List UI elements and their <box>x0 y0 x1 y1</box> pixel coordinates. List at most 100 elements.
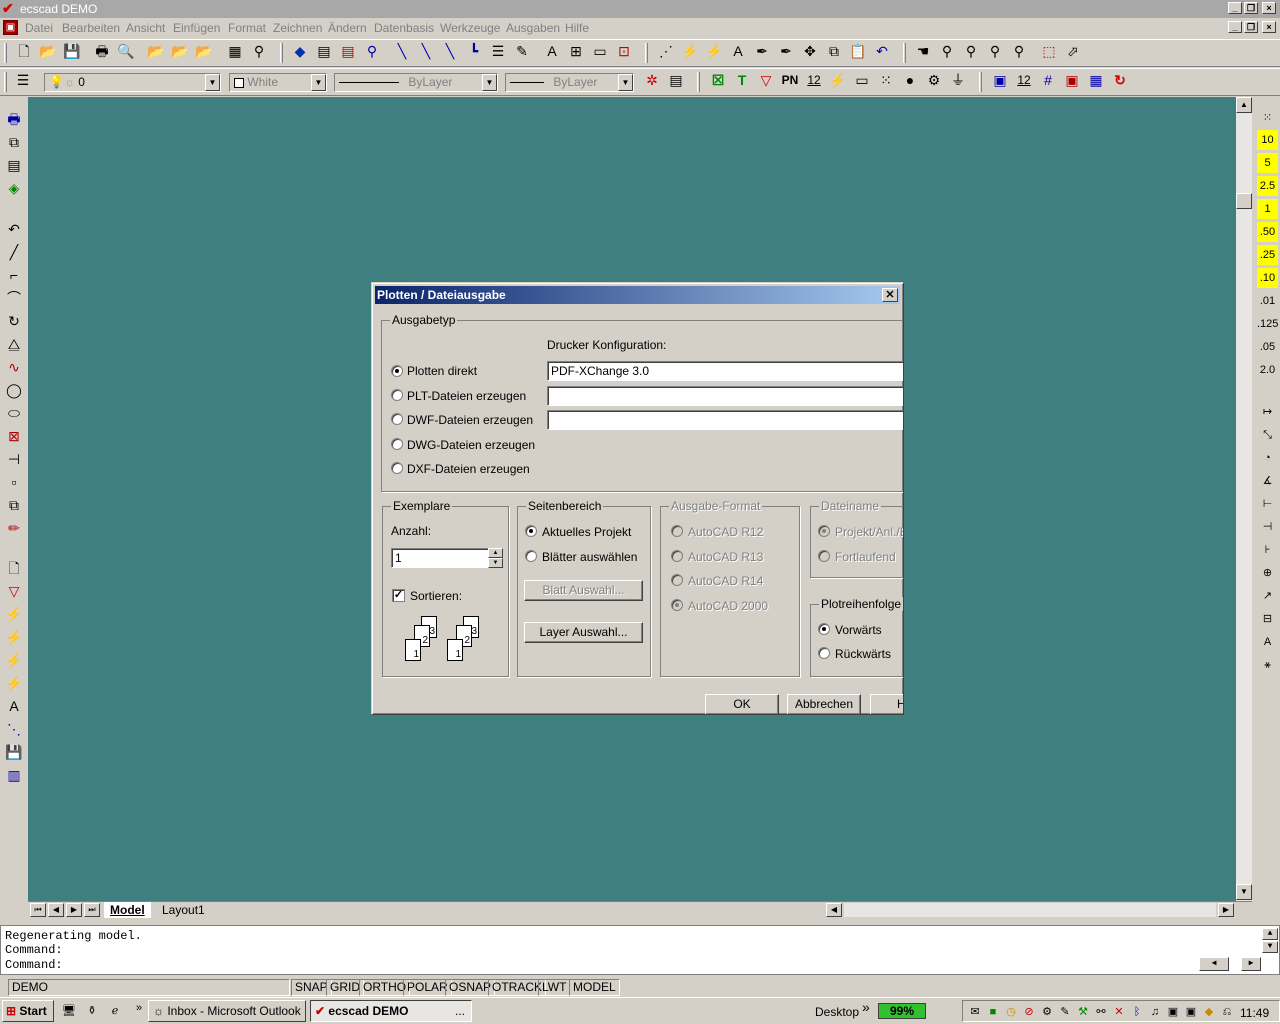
tab-layout1[interactable]: Layout1 <box>156 902 211 918</box>
number-button[interactable]: 12 <box>803 69 825 91</box>
symbol-icon[interactable]: ◆ <box>289 40 311 62</box>
scale-button[interactable]: 2.5 <box>1257 176 1278 196</box>
scale-button[interactable]: 10 <box>1257 130 1278 150</box>
linetype-combo[interactable]: ByLayer ▼ <box>334 73 498 92</box>
monitor-tray-icon[interactable]: ▣ <box>1183 1004 1199 1020</box>
bluetooth-tray-icon[interactable]: ᛒ <box>1129 1004 1145 1020</box>
menu-hilfe[interactable]: Hilfe <box>565 18 589 38</box>
wire-tool-icon[interactable]: ⚡ <box>3 603 25 625</box>
bar-icon[interactable]: ▭ <box>851 69 873 91</box>
triangle-icon[interactable]: ▽ <box>755 69 777 91</box>
text-icon[interactable]: A <box>541 40 563 62</box>
label-fortlaufend[interactable]: Fortlaufend <box>835 550 896 564</box>
label-r12[interactable]: AutoCAD R12 <box>688 525 763 539</box>
scale-button[interactable]: .25 <box>1257 245 1278 265</box>
scale-tool-icon[interactable]: ▫ <box>3 471 25 493</box>
text-tool-icon[interactable]: A <box>3 695 25 717</box>
minimize-button[interactable]: _ <box>1228 2 1242 14</box>
line-tool-icon[interactable]: ╱ <box>3 241 25 263</box>
layer-manager-icon[interactable]: ☰ <box>12 69 34 91</box>
spin-up-icon[interactable]: ▲ <box>488 548 503 558</box>
quicklaunch-icon[interactable]: ⚱ <box>84 1003 100 1019</box>
arc-tool-icon[interactable]: ⌒ <box>3 287 25 309</box>
table2-icon[interactable]: ▦ <box>1085 69 1107 91</box>
print-icon[interactable]: 🖶 <box>91 40 113 62</box>
grid-icon[interactable]: ▦ <box>224 40 246 62</box>
wire4-tool-icon[interactable]: ⚡ <box>3 672 25 694</box>
center-mark-icon[interactable]: ⊕ <box>1257 563 1278 583</box>
open-project-icon[interactable]: 📂 <box>145 40 167 62</box>
clock-tray-icon[interactable]: ◷ <box>1003 1004 1019 1020</box>
plt-path-field[interactable] <box>547 386 903 406</box>
toolbar-grip[interactable] <box>697 72 700 92</box>
dotgrid-icon[interactable]: ⁙ <box>1257 108 1278 128</box>
undo-tool-icon[interactable]: ↶ <box>3 218 25 240</box>
chevron-down-icon[interactable]: ▼ <box>618 74 633 91</box>
document-icon[interactable]: ▣ <box>3 20 18 35</box>
dwf-path-field[interactable] <box>547 410 903 430</box>
wire3-tool-icon[interactable]: ⚡ <box>3 649 25 671</box>
tab-prev-icon[interactable]: ◀ <box>48 903 64 917</box>
select-window-icon[interactable]: ⬚ <box>1038 40 1060 62</box>
angle-dim-icon[interactable]: ∡ <box>1257 471 1278 491</box>
print-preview-icon[interactable]: 🔍 <box>115 40 137 62</box>
line2-icon[interactable]: ╲ <box>415 40 437 62</box>
trim-tool-icon[interactable]: ⊠ <box>3 425 25 447</box>
scale-button[interactable]: .50 <box>1257 222 1278 242</box>
circle-tool-icon[interactable]: ◯ <box>3 379 25 401</box>
dialog-title-bar[interactable]: Plotten / Dateiausgabe ✕ <box>375 286 900 304</box>
printer-config-field[interactable]: PDF-XChange 3.0 <box>547 361 903 381</box>
radio-plotten-direkt[interactable] <box>391 365 403 377</box>
pen-tray-icon[interactable]: ✎ <box>1057 1004 1073 1020</box>
radio-plt[interactable] <box>391 389 403 401</box>
close-button[interactable]: × <box>1262 2 1276 14</box>
wire-number-icon[interactable]: ⚡ <box>827 69 849 91</box>
command-prompt[interactable]: Command: <box>5 958 63 972</box>
continue-dim-icon[interactable]: ⊣ <box>1257 517 1278 537</box>
no-entry-tray-icon[interactable]: ⊘ <box>1021 1004 1037 1020</box>
label-projekt[interactable]: Projekt/Anl./B <box>835 525 903 539</box>
cmd-hscroll-right-icon[interactable]: ▶ <box>1241 957 1261 971</box>
ellipse-tool-icon[interactable]: ⬭ <box>3 402 25 424</box>
menu-einfuegen[interactable]: Einfügen <box>173 18 220 38</box>
gear-icon[interactable]: ⚙ <box>923 69 945 91</box>
radio-projekt[interactable] <box>818 525 830 537</box>
symbol-tool-icon[interactable]: ⧉ <box>3 131 25 153</box>
hash-icon[interactable]: # <box>1037 69 1059 91</box>
tab-model[interactable]: Model <box>104 902 151 918</box>
label-dwf[interactable]: DWF-Dateien erzeugen <box>407 413 533 427</box>
model-toggle[interactable]: MODEL <box>569 979 620 996</box>
number2-icon[interactable]: 12 <box>1013 69 1035 91</box>
label-plt[interactable]: PLT-Dateien erzeugen <box>407 389 526 403</box>
parallel-icon[interactable]: ☰ <box>487 40 509 62</box>
radio-r14[interactable] <box>671 574 683 586</box>
layer-auswahl-button[interactable]: Layer Auswahl... <box>524 622 643 643</box>
disconnect-tray-icon[interactable]: ✕ <box>1111 1004 1127 1020</box>
radio-dxf[interactable] <box>391 462 403 474</box>
refresh-icon[interactable]: ↻ <box>1109 69 1131 91</box>
attribute-tool-icon[interactable]: ◈ <box>3 177 25 199</box>
cancel-button[interactable]: Abbrechen <box>787 694 861 714</box>
scale-button[interactable]: .125 <box>1257 314 1278 334</box>
mail-tray-icon[interactable]: ✉ <box>967 1004 983 1020</box>
dotgrid-icon[interactable]: ⁙ <box>875 69 897 91</box>
block-icon[interactable]: ▣ <box>989 69 1011 91</box>
radio-r13[interactable] <box>671 550 683 562</box>
wire-icon[interactable]: ⚡ <box>679 40 701 62</box>
dots-tool-icon[interactable]: ⋱ <box>3 718 25 740</box>
quicklaunch-more-icon[interactable]: » <box>131 1000 147 1016</box>
print-tool-icon[interactable]: 🖶 <box>3 108 25 130</box>
open-recent-icon[interactable]: 📂 <box>193 40 215 62</box>
label-dxf[interactable]: DXF-Dateien erzeugen <box>407 462 530 476</box>
command-window[interactable]: Regenerating model. Command: Command: ▲ … <box>0 925 1280 975</box>
chevron-down-icon[interactable]: ▼ <box>311 74 326 91</box>
radio-2000[interactable] <box>671 599 683 611</box>
zoom-realtime-icon[interactable]: ⚲ <box>936 40 958 62</box>
radio-dwf[interactable] <box>391 413 403 425</box>
zoom-window-icon[interactable]: ⊡ <box>613 40 635 62</box>
x-box-icon[interactable]: ☒ <box>707 69 729 91</box>
blatt-auswahl-button[interactable]: Blatt Auswahl... <box>524 580 643 601</box>
table-icon[interactable]: ⊞ <box>565 40 587 62</box>
radio-fortlaufend[interactable] <box>818 550 830 562</box>
label-r13[interactable]: AutoCAD R13 <box>688 550 763 564</box>
